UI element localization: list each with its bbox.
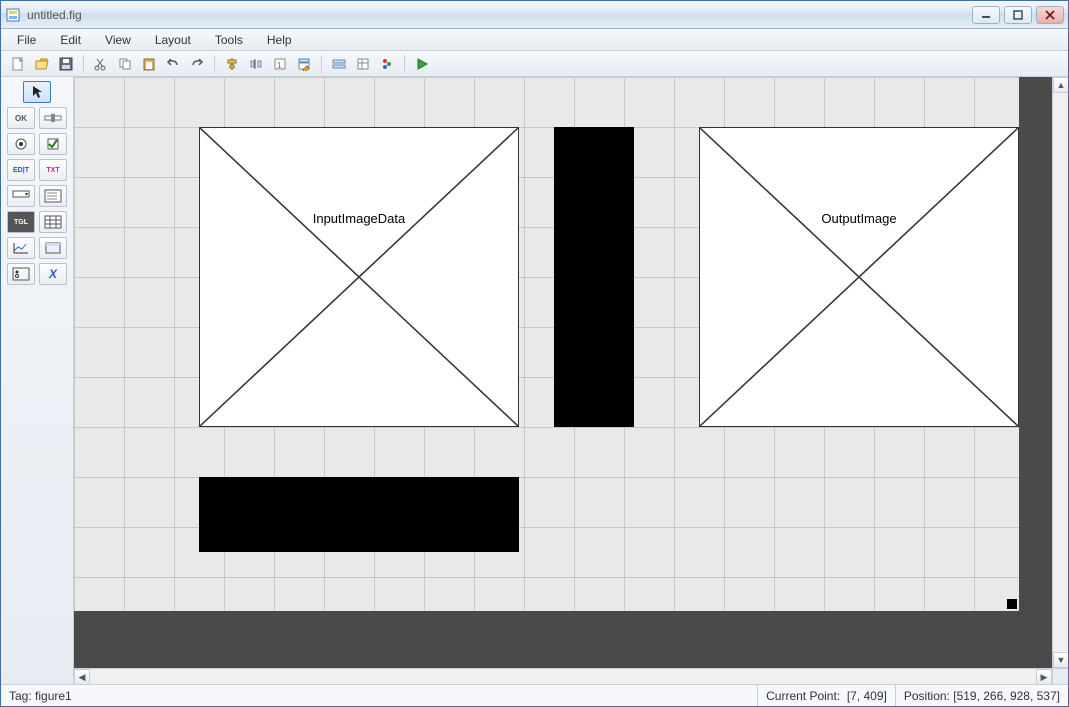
panel-tool[interactable] [39,237,67,259]
status-position: Position: [519, 266, 928, 537] [895,685,1068,706]
checkbox-tool[interactable] [39,133,67,155]
separator [404,55,405,73]
cut-icon[interactable] [90,54,112,74]
axes-inputimagedata[interactable]: InputImageData [199,127,519,427]
menu-layout[interactable]: Layout [145,31,201,49]
scroll-track[interactable] [90,669,1036,684]
menu-help[interactable]: Help [257,31,302,49]
close-button[interactable] [1036,6,1064,24]
minimize-button[interactable] [972,6,1000,24]
position-label: Position: [904,689,950,703]
text-tool[interactable]: TXT [39,159,67,181]
window-controls [972,6,1064,24]
design-offcanvas-right [1019,77,1052,668]
separator [83,55,84,73]
axes-label: InputImageData [200,211,518,226]
svg-text:1: 1 [277,61,282,70]
scroll-left-icon[interactable]: ◀ [74,669,90,684]
status-tag: Tag: figure1 [1,685,757,706]
align-icon[interactable] [221,54,243,74]
toolbar-editor-icon[interactable] [328,54,350,74]
axes-outputimage[interactable]: OutputImage [699,127,1019,427]
axes-tool[interactable] [7,237,35,259]
paste-icon[interactable] [138,54,160,74]
slider-tool[interactable] [39,107,67,129]
save-file-icon[interactable] [55,54,77,74]
buttongroup-tool[interactable] [7,263,35,285]
scrollbar-corner [1052,668,1068,684]
undo-icon[interactable] [162,54,184,74]
scroll-up-icon[interactable]: ▲ [1053,77,1068,93]
property-inspector-icon[interactable] [352,54,374,74]
scroll-down-icon[interactable]: ▼ [1053,652,1068,668]
popupmenu-tool[interactable] [7,185,35,207]
vertical-scrollbar[interactable]: ▲ ▼ [1052,77,1068,668]
scroll-right-icon[interactable]: ▶ [1036,669,1052,684]
tab-order-icon[interactable]: 1 [269,54,291,74]
component-palette: OK ED|T TXT TGL X [1,77,74,684]
menu-file[interactable]: File [7,31,46,49]
select-tool[interactable] [23,81,51,103]
object-browser-icon[interactable] [376,54,398,74]
copy-icon[interactable] [114,54,136,74]
status-current-point: Current Point: [7, 409] [757,685,895,706]
table-tool[interactable] [39,211,67,233]
redo-icon[interactable] [186,54,208,74]
separator [321,55,322,73]
current-point-value: [7, 409] [847,689,887,703]
separator [214,55,215,73]
menu-editor-icon[interactable] [293,54,315,74]
canvas-viewport[interactable]: InputImageData OutputImage [74,77,1052,668]
position-value: [519, 266, 928, 537] [953,689,1060,703]
togglebutton-tool[interactable]: TGL [7,211,35,233]
axes-label: OutputImage [700,211,1018,226]
canvas-area: InputImageData OutputImage ▲ ▼ ◀ ▶ [74,77,1068,684]
app-icon [5,7,21,23]
menu-view[interactable]: View [95,31,141,49]
horizontal-scrollbar[interactable]: ◀ ▶ [74,668,1052,684]
main-toolbar: 1 [1,51,1068,77]
edit-tool[interactable]: ED|T [7,159,35,181]
menu-bar: File Edit View Layout Tools Help [1,29,1068,51]
design-surface[interactable]: InputImageData OutputImage [74,77,1052,668]
scroll-track[interactable] [1053,93,1068,652]
menu-tools[interactable]: Tools [205,31,253,49]
uicontrol-black-1[interactable] [554,127,634,427]
window-titlebar: untitled.fig [1,1,1068,29]
activex-tool[interactable]: X [39,263,67,285]
status-bar: Tag: figure1 Current Point: [7, 409] Pos… [1,684,1068,706]
run-figure-icon[interactable] [411,54,433,74]
current-point-label: Current Point: [766,689,840,703]
uicontrol-black-2[interactable] [199,477,519,552]
distribute-icon[interactable] [245,54,267,74]
new-file-icon[interactable] [7,54,29,74]
radiobutton-tool[interactable] [7,133,35,155]
window-title: untitled.fig [27,8,972,22]
work-area: OK ED|T TXT TGL X [1,77,1068,684]
menu-edit[interactable]: Edit [50,31,91,49]
open-file-icon[interactable] [31,54,53,74]
pushbutton-tool[interactable]: OK [7,107,35,129]
figure-resize-handle[interactable] [1007,599,1017,609]
design-offcanvas-bottom [74,611,1052,668]
maximize-button[interactable] [1004,6,1032,24]
listbox-tool[interactable] [39,185,67,207]
